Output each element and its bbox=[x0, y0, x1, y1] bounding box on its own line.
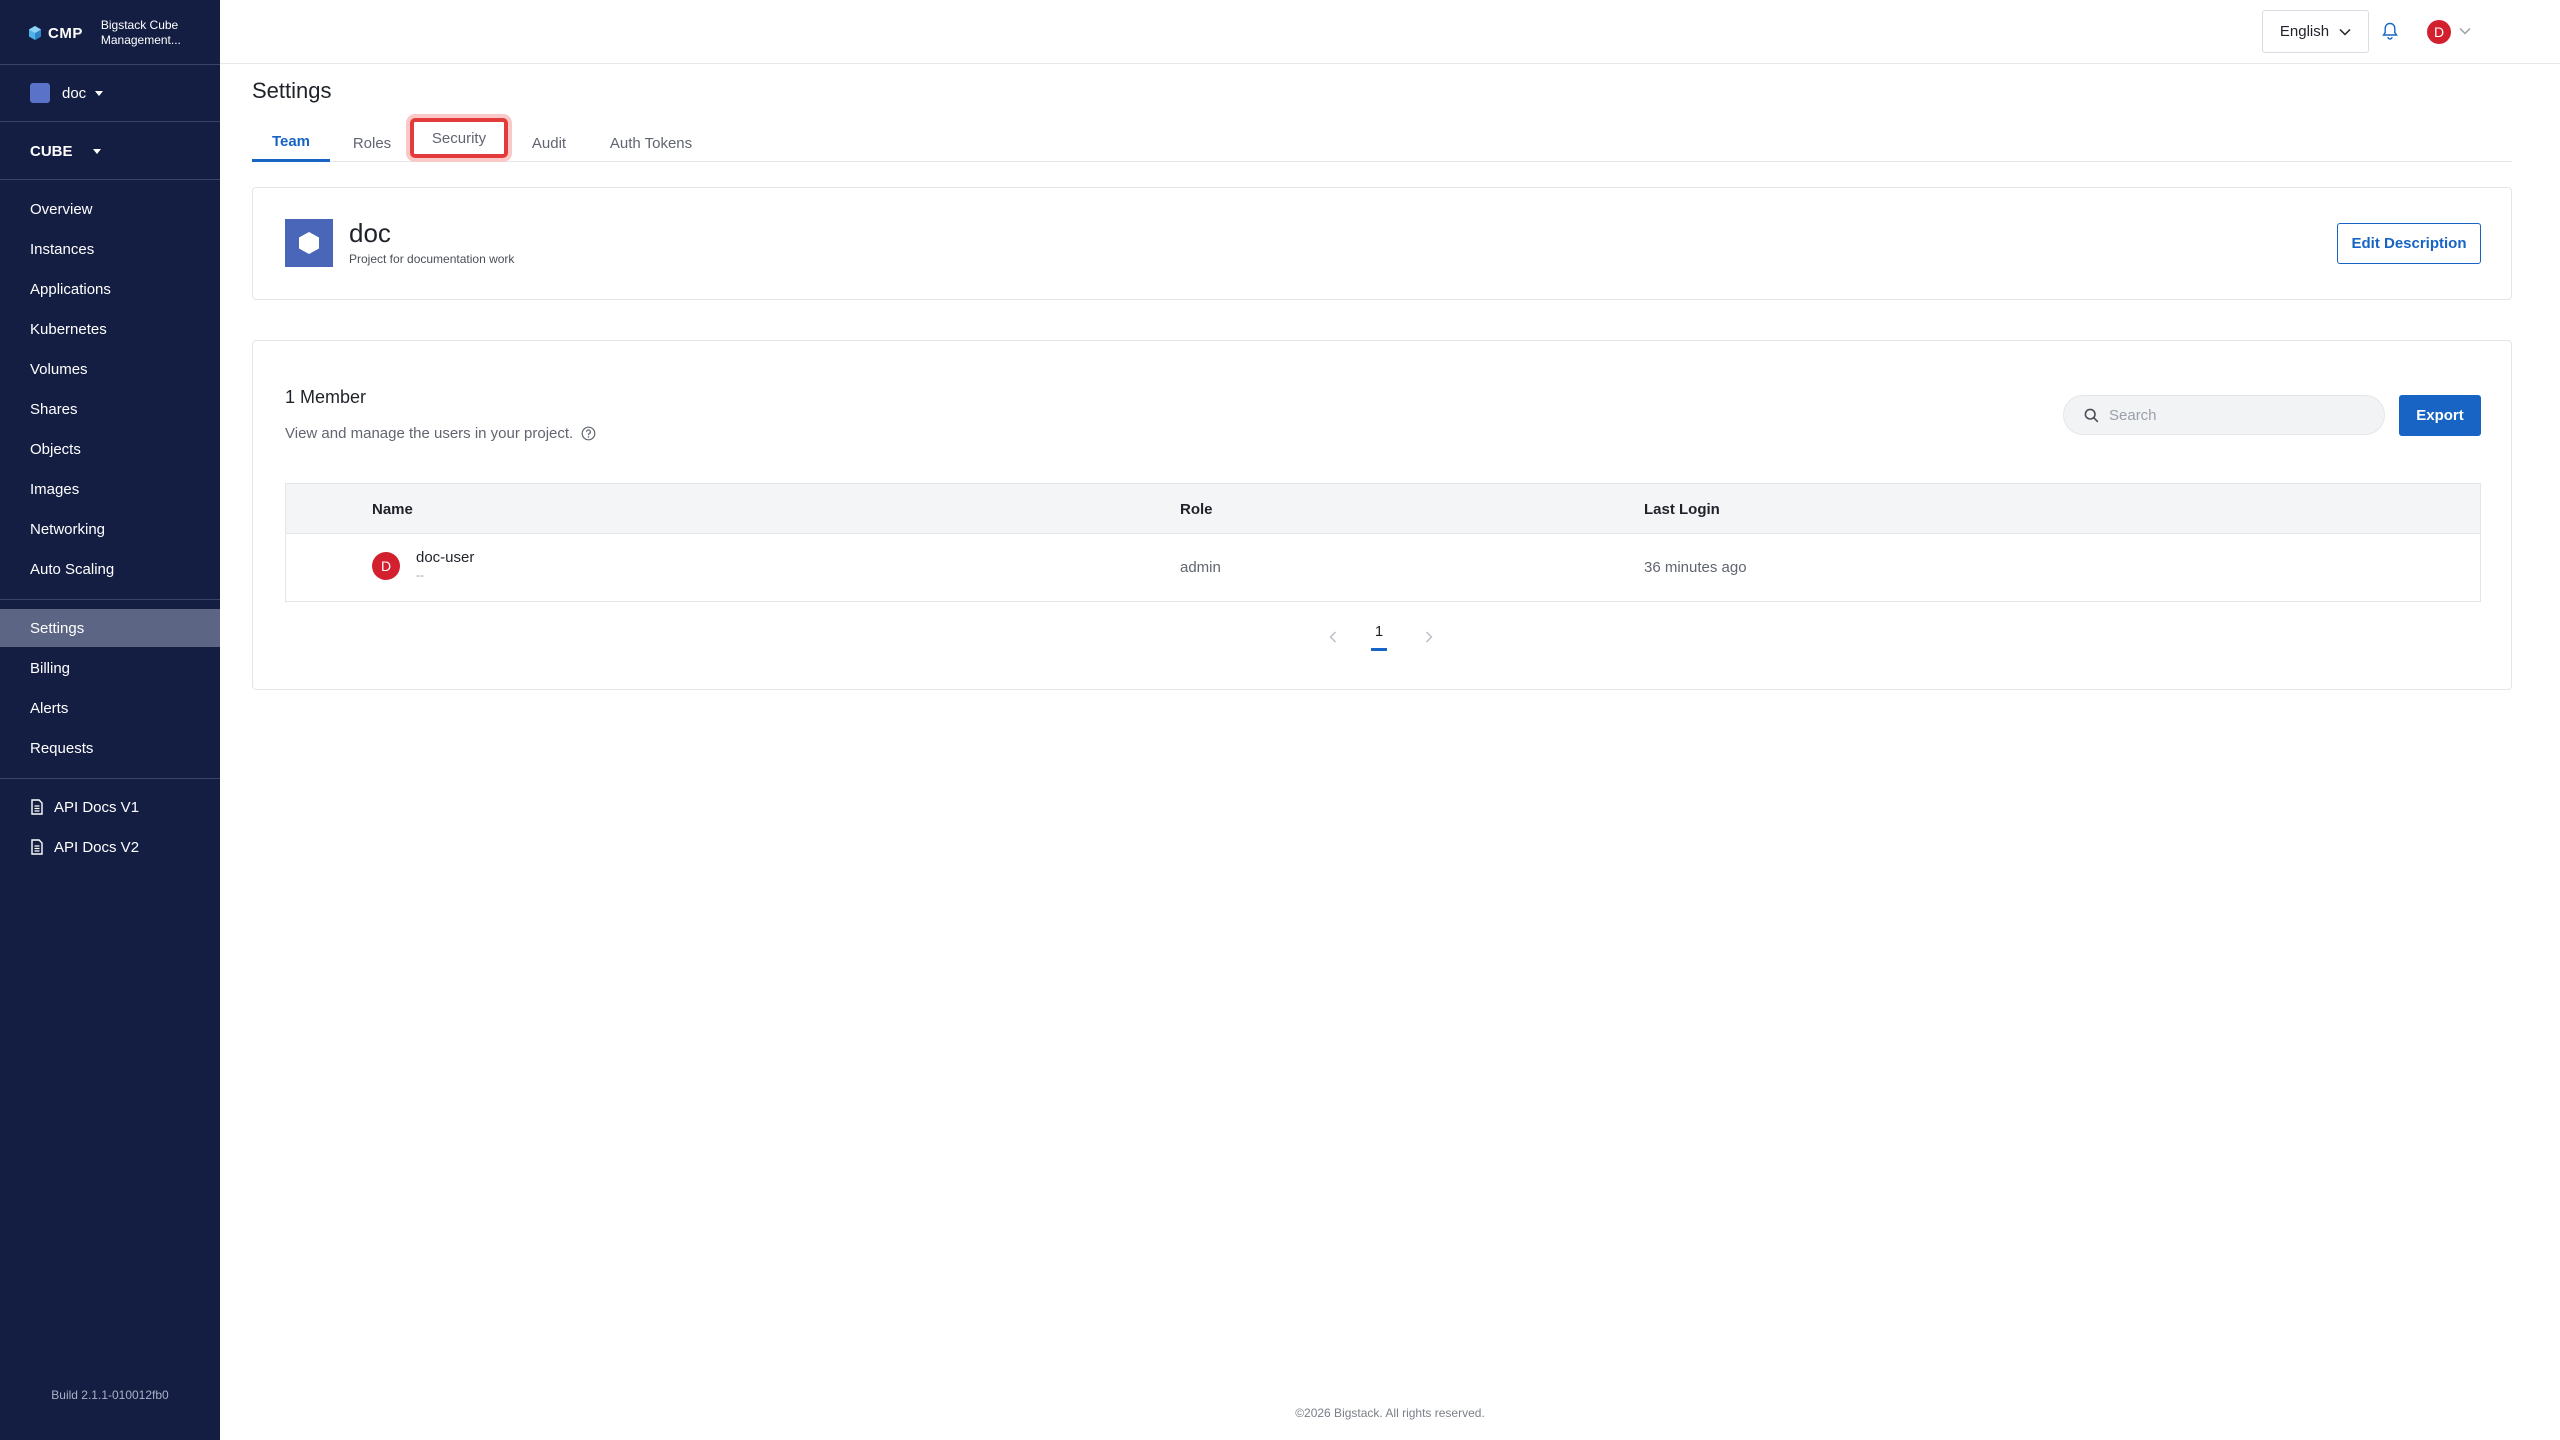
region-selector[interactable]: CUBE bbox=[30, 140, 101, 162]
page-title: Settings bbox=[252, 78, 332, 103]
sidebar-item-label: Overview bbox=[30, 200, 93, 218]
tab-auth-tokens[interactable]: Auth Tokens bbox=[598, 124, 704, 162]
tab-roles[interactable]: Roles bbox=[344, 124, 400, 162]
sidebar-item-settings[interactable]: Settings bbox=[0, 609, 220, 647]
project-description: Project for documentation work bbox=[349, 252, 515, 266]
member-subtext: -- bbox=[416, 568, 424, 582]
table-row[interactable]: D doc-user -- admin 36 minutes ago bbox=[286, 534, 2480, 601]
build-version: Build 2.1.1-010012fb0 bbox=[51, 1388, 169, 1402]
members-subtitle: View and manage the users in your projec… bbox=[285, 425, 596, 442]
user-avatar[interactable]: D bbox=[2427, 20, 2451, 44]
sidebar-item-applications[interactable]: Applications bbox=[0, 270, 220, 308]
sidebar-item-label: Requests bbox=[30, 739, 94, 757]
brand-name: Bigstack Cube Management... bbox=[100, 18, 181, 47]
sidebar-item-kubernetes[interactable]: Kubernetes bbox=[0, 310, 220, 348]
document-icon bbox=[31, 839, 43, 855]
footer-copyright: ©2026 Bigstack. All rights reserved. bbox=[1295, 1406, 1485, 1420]
caret-down-icon bbox=[92, 148, 101, 154]
bell-icon[interactable] bbox=[2382, 22, 2398, 40]
table-header: Name Role Last Login bbox=[286, 484, 2480, 534]
tab-security[interactable]: Security bbox=[410, 118, 508, 158]
project-color-icon bbox=[30, 83, 50, 103]
members-title: 1 Member bbox=[285, 387, 367, 407]
divider bbox=[0, 64, 220, 65]
sidebar-item-label: API Docs V1 bbox=[54, 798, 140, 816]
edit-description-button[interactable]: Edit Description bbox=[2337, 223, 2481, 264]
topbar bbox=[220, 0, 2560, 64]
language-label: English bbox=[2279, 23, 2330, 40]
sidebar-item-label: Settings bbox=[30, 619, 85, 637]
export-button[interactable]: Export bbox=[2399, 395, 2481, 436]
sidebar-item-objects[interactable]: Objects bbox=[0, 430, 220, 468]
column-header-name[interactable]: Name bbox=[372, 484, 413, 534]
chevron-down-icon bbox=[2339, 28, 2351, 36]
chevron-left-icon[interactable] bbox=[1329, 631, 1337, 643]
sidebar-item-label: Volumes bbox=[30, 360, 88, 378]
chevron-down-icon[interactable] bbox=[2459, 27, 2471, 35]
sidebar-item-label: Instances bbox=[30, 240, 95, 258]
settings-tabs: Team Roles Security Audit Auth Tokens bbox=[252, 118, 2512, 162]
search-box[interactable] bbox=[2063, 395, 2385, 435]
caret-down-icon bbox=[95, 90, 104, 96]
divider bbox=[0, 121, 220, 122]
sidebar: CMP Bigstack Cube Management... doc CUBE… bbox=[0, 0, 220, 1440]
sidebar-item-label: Alerts bbox=[30, 699, 69, 717]
members-table: Name Role Last Login D doc-user -- admin… bbox=[285, 483, 2481, 602]
project-name: doc bbox=[349, 218, 391, 248]
sidebar-item-label: Images bbox=[30, 480, 80, 498]
sidebar-item-label: Billing bbox=[30, 659, 71, 677]
project-hexagon-icon bbox=[285, 219, 333, 267]
sidebar-item-billing[interactable]: Billing bbox=[0, 649, 220, 687]
tab-audit[interactable]: Audit bbox=[522, 124, 576, 162]
sidebar-item-overview[interactable]: Overview bbox=[0, 190, 220, 228]
sidebar-item-auto-scaling[interactable]: Auto Scaling bbox=[0, 550, 220, 588]
sidebar-item-images[interactable]: Images bbox=[0, 470, 220, 508]
search-input[interactable] bbox=[2109, 406, 2369, 424]
column-header-last-login[interactable]: Last Login bbox=[1644, 484, 1720, 534]
divider bbox=[0, 778, 220, 779]
column-header-role[interactable]: Role bbox=[1180, 484, 1213, 534]
sidebar-item-label: API Docs V2 bbox=[54, 838, 140, 856]
brand-short: CMP bbox=[48, 24, 83, 42]
language-selector[interactable]: English bbox=[2262, 10, 2369, 53]
sidebar-item-label: Kubernetes bbox=[30, 320, 107, 338]
help-circle-icon[interactable] bbox=[581, 426, 596, 441]
sidebar-item-api-docs-v2[interactable]: API Docs V2 bbox=[0, 828, 220, 866]
page-number[interactable]: 1 bbox=[1371, 623, 1387, 651]
project-card: doc Project for documentation work Edit … bbox=[252, 187, 2512, 300]
chevron-right-icon[interactable] bbox=[1425, 631, 1433, 643]
member-last-login: 36 minutes ago bbox=[1644, 559, 1747, 576]
sidebar-item-label: Objects bbox=[30, 440, 81, 458]
tab-team[interactable]: Team bbox=[252, 124, 330, 162]
project-selector-label: doc bbox=[62, 84, 87, 102]
members-card: 1 Member View and manage the users in yo… bbox=[252, 340, 2512, 690]
cube-logo-icon bbox=[29, 26, 41, 40]
search-icon bbox=[2084, 408, 2099, 422]
members-subtitle-text: View and manage the users in your projec… bbox=[285, 425, 574, 442]
sidebar-item-label: Networking bbox=[30, 520, 106, 538]
sidebar-item-networking[interactable]: Networking bbox=[0, 510, 220, 548]
sidebar-item-requests[interactable]: Requests bbox=[0, 729, 220, 767]
member-role: admin bbox=[1180, 559, 1221, 576]
document-icon bbox=[31, 799, 43, 815]
sidebar-item-label: Auto Scaling bbox=[30, 560, 115, 578]
sidebar-item-api-docs-v1[interactable]: API Docs V1 bbox=[0, 788, 220, 826]
pagination: 1 bbox=[253, 621, 2513, 661]
divider bbox=[0, 599, 220, 600]
sidebar-item-label: Applications bbox=[30, 280, 111, 298]
divider bbox=[0, 179, 220, 180]
region-selector-label: CUBE bbox=[30, 142, 73, 160]
sidebar-item-instances[interactable]: Instances bbox=[0, 230, 220, 268]
member-avatar: D bbox=[372, 552, 400, 580]
sidebar-item-label: Shares bbox=[30, 400, 78, 418]
brand[interactable]: CMP Bigstack Cube Management... bbox=[28, 16, 193, 50]
project-selector[interactable]: doc bbox=[30, 82, 104, 104]
sidebar-item-shares[interactable]: Shares bbox=[0, 390, 220, 428]
sidebar-item-volumes[interactable]: Volumes bbox=[0, 350, 220, 388]
member-name[interactable]: doc-user bbox=[416, 549, 474, 566]
sidebar-item-alerts[interactable]: Alerts bbox=[0, 689, 220, 727]
